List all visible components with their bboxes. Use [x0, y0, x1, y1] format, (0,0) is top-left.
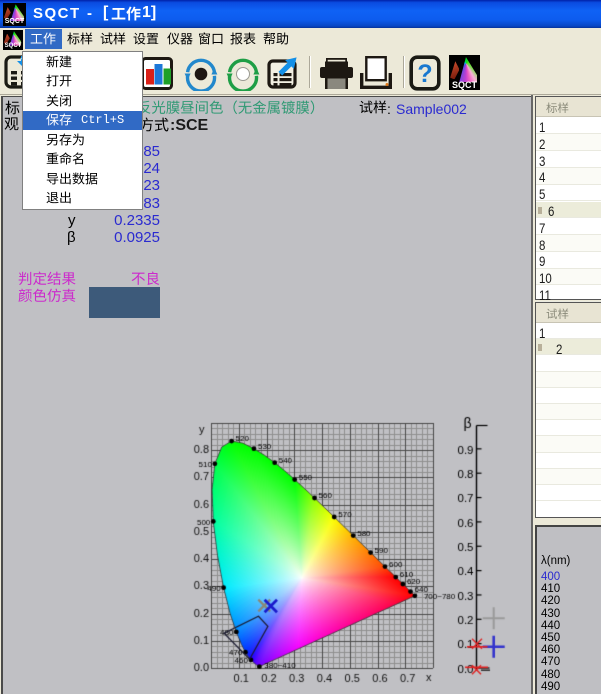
- svg-text:?: ?: [417, 60, 432, 88]
